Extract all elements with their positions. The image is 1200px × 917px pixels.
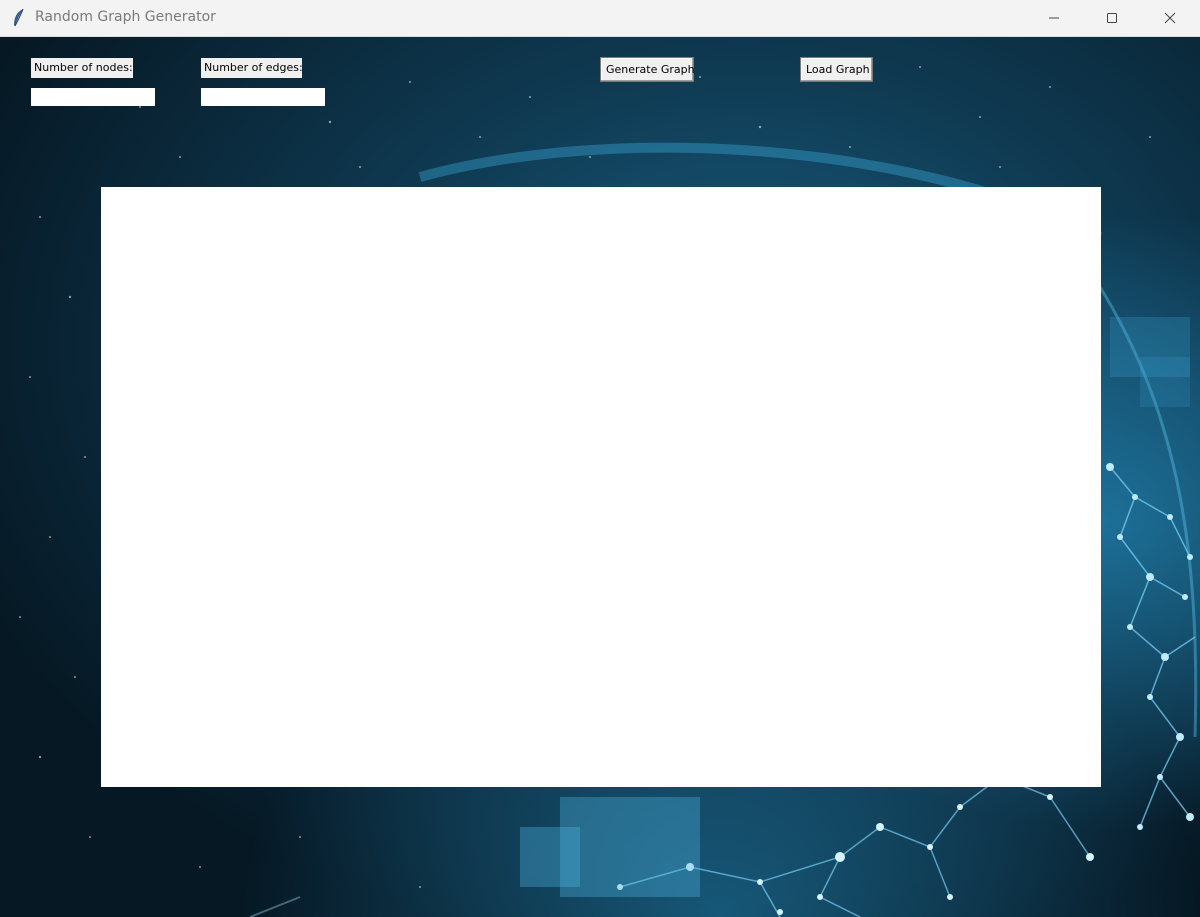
nodes-input[interactable] [31,88,155,106]
close-button[interactable] [1141,0,1199,36]
close-icon [1164,12,1176,24]
load-graph-button[interactable]: Load Graph [800,57,873,82]
edges-label: Number of edges: [201,58,303,78]
nodes-label: Number of nodes: [31,58,133,78]
edges-input[interactable] [201,88,325,106]
generate-graph-button[interactable]: Generate Graph [600,57,695,82]
graph-canvas[interactable] [101,187,1101,787]
minimize-icon [1049,17,1059,19]
feather-icon [11,8,27,28]
minimize-button[interactable] [1025,0,1083,36]
title-bar[interactable]: Random Graph Generator [0,0,1200,37]
maximize-icon [1107,13,1117,23]
app-window: Random Graph Generator Number of nodes: … [0,0,1200,917]
window-title: Random Graph Generator [35,9,216,25]
maximize-button[interactable] [1083,0,1141,36]
